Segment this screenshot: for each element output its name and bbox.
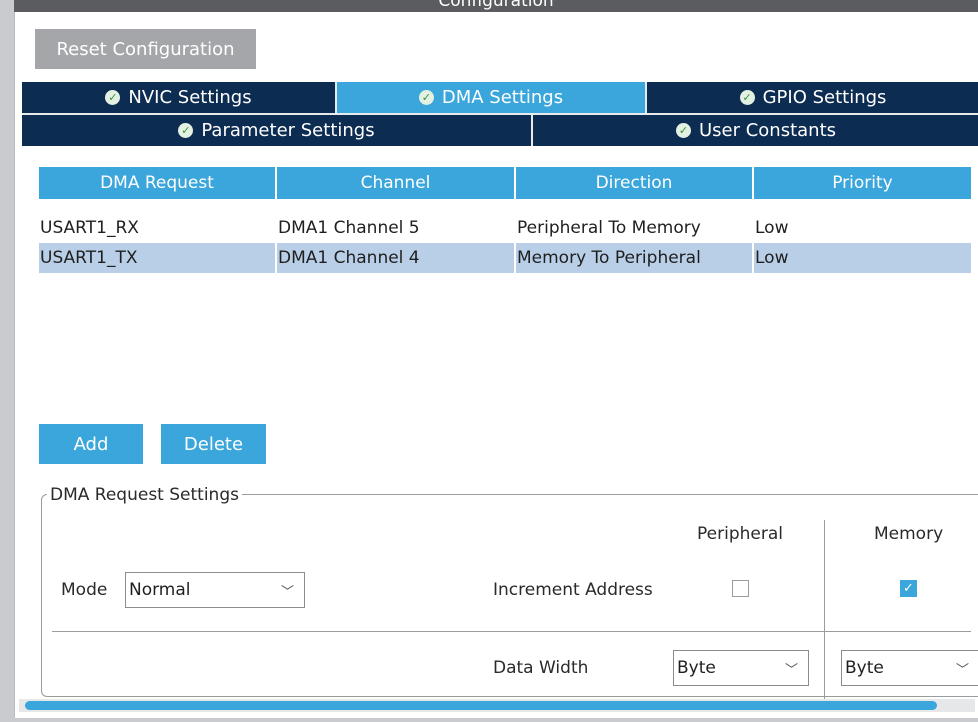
reset-configuration-button[interactable]: Reset Configuration <box>35 29 256 69</box>
tab-gpio-settings[interactable]: ✓ GPIO Settings <box>647 82 978 113</box>
tab-label: DMA Settings <box>441 87 564 108</box>
peripheral-data-width-select[interactable]: Byte ﹀ <box>673 650 809 686</box>
panel-title: Configuration <box>438 0 554 11</box>
tab-user-constants[interactable]: ✓ User Constants <box>533 115 978 146</box>
column-header-direction[interactable]: Direction <box>516 167 754 199</box>
tab-label: User Constants <box>698 120 837 141</box>
checkmark-icon: ✓ <box>903 581 914 596</box>
peripheral-column-label: Peripheral <box>697 524 783 544</box>
add-button[interactable]: Add <box>39 424 143 464</box>
table-row-selected[interactable]: USART1_TX DMA1 Channel 4 Memory To Perip… <box>39 243 971 273</box>
panel-title-bar: Configuration <box>14 0 978 12</box>
memory-column-label: Memory <box>874 524 944 544</box>
chevron-down-icon: ﹀ <box>955 663 969 678</box>
settings-divider <box>52 631 971 632</box>
cell-priority: Low <box>755 248 789 268</box>
peripheral-increment-checkbox[interactable] <box>732 580 749 597</box>
configuration-panel: Reset Configuration ✓ NVIC Settings ✓ DM… <box>14 12 978 718</box>
tab-dma-settings[interactable]: ✓ DMA Settings <box>337 82 645 113</box>
cell-channel: DMA1 Channel 5 <box>277 213 516 243</box>
peripheral-width-value: Byte <box>677 658 716 678</box>
check-circle-icon: ✓ <box>739 90 755 105</box>
chevron-down-icon: ﹀ <box>784 663 798 678</box>
column-header-dma-request[interactable]: DMA Request <box>39 167 277 199</box>
horizontal-scrollbar[interactable] <box>19 699 975 712</box>
increment-address-label: Increment Address <box>493 580 653 600</box>
column-header-priority[interactable]: Priority <box>754 167 971 199</box>
check-circle-icon: ✓ <box>675 123 691 138</box>
cell-direction: Peripheral To Memory <box>516 213 754 243</box>
scrollbar-thumb[interactable] <box>25 701 937 710</box>
check-circle-icon: ✓ <box>105 90 121 105</box>
data-width-label: Data Width <box>493 658 589 678</box>
settings-tabs: ✓ NVIC Settings ✓ DMA Settings ✓ GPIO Se… <box>22 82 978 146</box>
mode-select[interactable]: Normal ﹀ <box>125 572 305 608</box>
delete-button[interactable]: Delete <box>161 424 266 464</box>
cell-channel: DMA1 Channel 4 <box>277 243 516 273</box>
group-title: DMA Request Settings <box>47 485 242 505</box>
tab-nvic-settings[interactable]: ✓ NVIC Settings <box>22 82 335 113</box>
memory-increment-checkbox[interactable]: ✓ <box>900 580 917 597</box>
window-left-edge <box>0 0 6 722</box>
table-row[interactable]: USART1_RX DMA1 Channel 5 Peripheral To M… <box>39 213 971 243</box>
tab-label: GPIO Settings <box>762 87 887 108</box>
dma-table-header: DMA Request Channel Direction Priority <box>39 167 971 199</box>
check-circle-icon: ✓ <box>178 123 194 138</box>
column-divider <box>824 520 825 700</box>
memory-data-width-select[interactable]: Byte ﹀ <box>841 650 978 686</box>
tab-label: Parameter Settings <box>201 120 375 141</box>
check-circle-icon: ✓ <box>418 90 434 105</box>
cell-dma-request: USART1_RX <box>39 213 277 243</box>
memory-width-value: Byte <box>845 658 884 678</box>
chevron-down-icon: ﹀ <box>280 585 294 600</box>
mode-value: Normal <box>129 580 191 600</box>
cell-dma-request: USART1_TX <box>39 243 277 273</box>
mode-label: Mode <box>61 580 108 600</box>
tab-parameter-settings[interactable]: ✓ Parameter Settings <box>22 115 531 146</box>
cell-priority: Low <box>755 218 789 238</box>
cell-direction: Memory To Peripheral <box>516 243 754 273</box>
column-header-channel[interactable]: Channel <box>277 167 516 199</box>
tab-label: NVIC Settings <box>128 87 252 108</box>
